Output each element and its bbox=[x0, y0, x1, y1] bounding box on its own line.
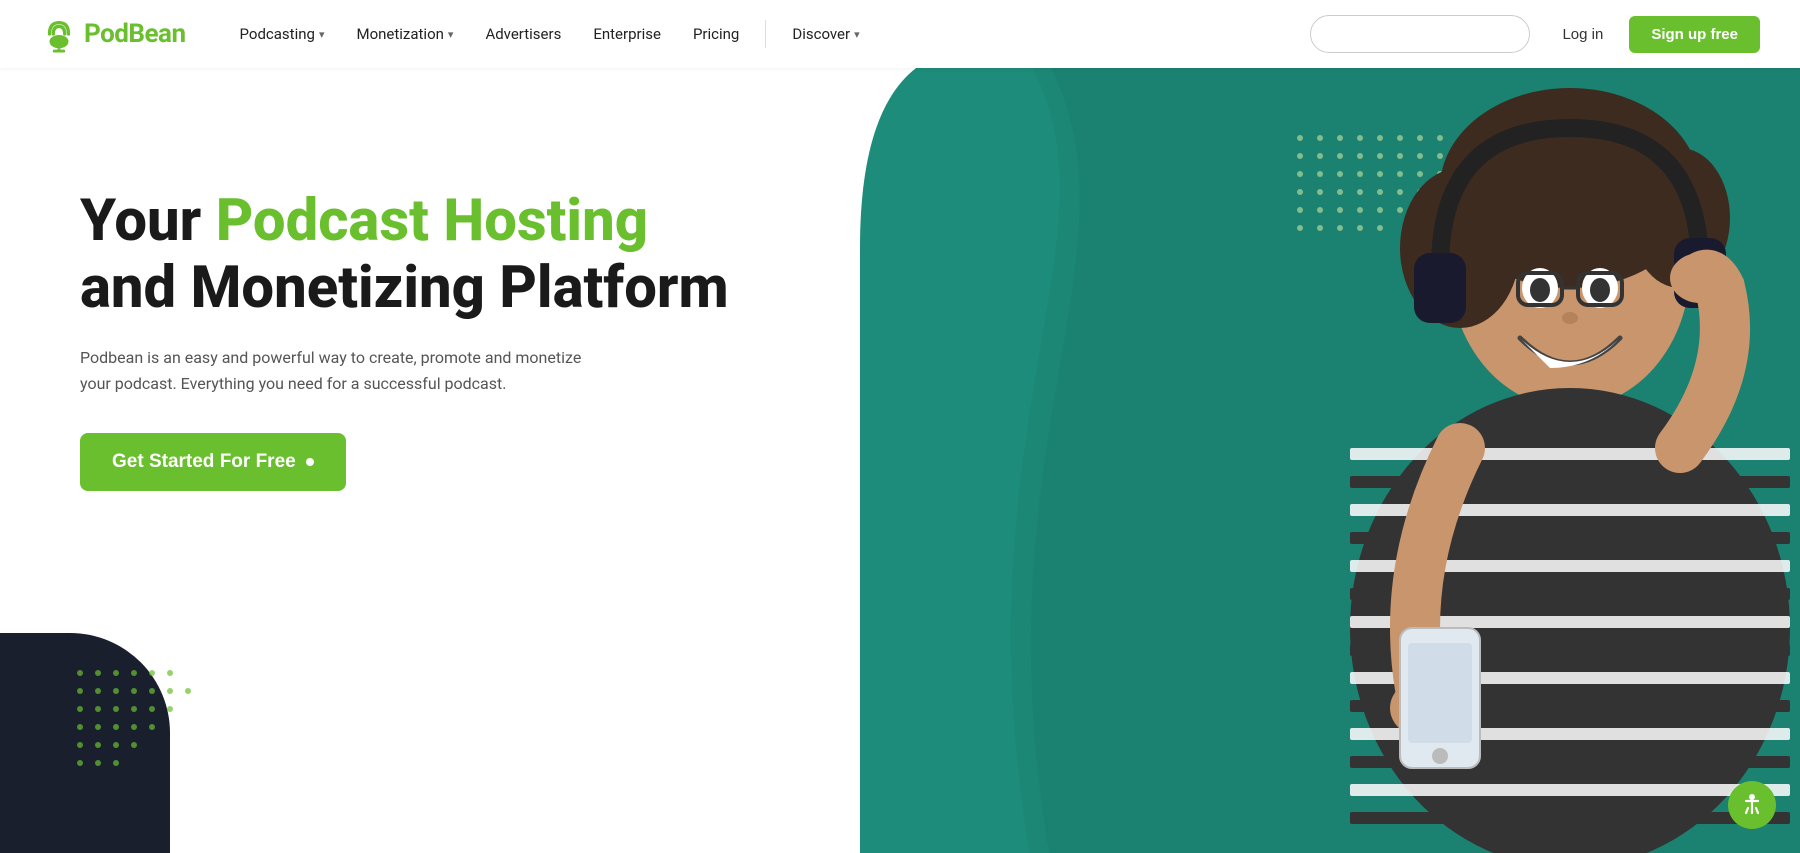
nav-item-podcasting[interactable]: Podcasting ▾ bbox=[226, 17, 339, 51]
nav-right: Log in Sign up free bbox=[1550, 16, 1760, 53]
nav-item-monetization[interactable]: Monetization ▾ bbox=[342, 17, 467, 51]
nav-links: Podcasting ▾ Monetization ▾ Advertisers … bbox=[226, 17, 1311, 51]
nav-item-enterprise[interactable]: Enterprise bbox=[579, 17, 675, 51]
hero-title: Your Podcast Hosting and Monetizing Plat… bbox=[80, 188, 729, 321]
get-started-button[interactable]: Get Started For Free bbox=[80, 433, 346, 491]
signup-button[interactable]: Sign up free bbox=[1629, 16, 1760, 53]
nav-item-advertisers[interactable]: Advertisers bbox=[471, 17, 575, 51]
chevron-down-icon: ▾ bbox=[448, 28, 454, 41]
dark-arc-decoration bbox=[0, 633, 170, 853]
login-button[interactable]: Log in bbox=[1550, 18, 1615, 51]
nav-divider bbox=[765, 20, 766, 48]
nav-item-discover[interactable]: Discover ▾ bbox=[778, 17, 873, 51]
chevron-down-icon: ▾ bbox=[854, 28, 860, 41]
logo-text: PodBean bbox=[84, 19, 186, 49]
search-input[interactable] bbox=[1310, 15, 1530, 53]
navbar: PodBean Podcasting ▾ Monetization ▾ Adve… bbox=[0, 0, 1800, 68]
hero-section: // render dots in a grid Your Podcast Ho… bbox=[0, 68, 1800, 853]
hero-subtitle: Podbean is an easy and powerful way to c… bbox=[80, 345, 600, 396]
chevron-down-icon: ▾ bbox=[319, 28, 325, 41]
cta-dot-icon bbox=[306, 458, 314, 466]
accessibility-icon bbox=[1739, 792, 1765, 818]
hero-content: Your Podcast Hosting and Monetizing Plat… bbox=[80, 188, 729, 491]
accessibility-button[interactable] bbox=[1728, 781, 1776, 829]
nav-item-pricing[interactable]: Pricing bbox=[679, 17, 753, 51]
logo[interactable]: PodBean bbox=[40, 15, 186, 53]
hero-person-image bbox=[900, 68, 1800, 853]
